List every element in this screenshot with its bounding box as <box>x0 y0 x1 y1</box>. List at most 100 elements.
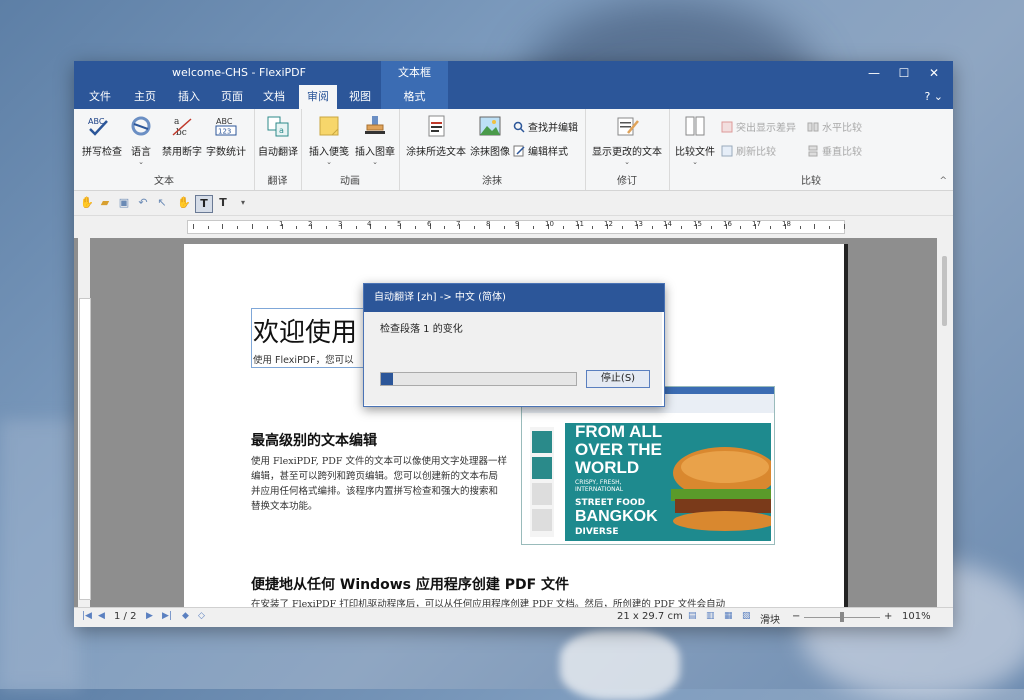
group-label-text: 文本 <box>154 176 174 187</box>
word-count-button[interactable]: ABC 123 字数统计 <box>204 115 248 158</box>
ruler-scale[interactable]: 1 2 3 4 5 6 7 8 9 10 11 12 13 14 15 16 17 18 <box>187 220 845 234</box>
ruler-tick <box>267 226 268 229</box>
tab-review[interactable]: 审阅 <box>299 85 337 109</box>
vertical-compare-button[interactable]: 垂直比较 <box>807 143 862 158</box>
text-tool-icon[interactable]: T <box>195 195 213 213</box>
section1-title[interactable]: 最高级别的文本编辑 <box>251 430 377 450</box>
chevron-down-icon: ⌄ <box>692 158 698 166</box>
tab-document[interactable]: 文档 <box>256 85 292 109</box>
close-button[interactable]: ✕ <box>919 61 949 85</box>
page-indicator[interactable]: 1 / 2 <box>114 611 136 622</box>
last-page-icon[interactable]: ▶| <box>162 611 172 621</box>
svg-text:123: 123 <box>218 128 231 136</box>
cover-diverse: DIVERSE <box>575 527 619 537</box>
language-icon <box>128 115 154 137</box>
ruler-label: 1 <box>279 220 284 228</box>
no-hyphen-label: 禁用断字 <box>162 147 202 158</box>
forward-icon[interactable]: ◇ <box>198 611 205 621</box>
tab-insert[interactable]: 插入 <box>171 85 207 109</box>
tab-home[interactable]: 主页 <box>127 85 163 109</box>
zoom-out-button[interactable]: − <box>792 611 800 622</box>
chevron-down-icon: ⌄ <box>138 158 144 166</box>
single-page-view-icon[interactable]: ▤ <box>688 611 697 621</box>
continuous-view-icon[interactable]: ▦ <box>724 611 733 621</box>
pan-hand-icon[interactable]: ✋ <box>176 195 192 211</box>
hand-tool-icon[interactable]: ✋ <box>79 195 95 211</box>
zoom-slider-thumb[interactable] <box>840 612 844 622</box>
text-frame-tool-icon[interactable]: T <box>215 195 231 211</box>
insert-note-button[interactable]: 插入便笺 ⌄ <box>307 115 351 166</box>
compare-files-button[interactable]: 比较文件 ⌄ <box>673 115 717 166</box>
insert-stamp-button[interactable]: 插入图章 ⌄ <box>353 115 397 166</box>
insert-note-label: 插入便笺 <box>309 147 349 158</box>
ruler-tick <box>740 226 741 229</box>
ruler-label: 8 <box>486 220 491 228</box>
zoom-in-button[interactable]: + <box>884 611 892 622</box>
section2-title[interactable]: 便捷地从任何 Windows 应用程序创建 PDF 文件 <box>251 574 569 594</box>
auto-translate-button[interactable]: a 自动翻译 <box>257 115 299 158</box>
quick-toolbar: ✋ ▰ ▣ ↶ ↖ ✋ T T ▾ <box>74 191 953 216</box>
vertical-ruler <box>78 238 91 607</box>
help-button[interactable]: ? ⌄ <box>924 85 943 109</box>
ruler-label: 6 <box>427 220 432 228</box>
title-bar: welcome-CHS - FlexiPDF 文本框 — ☐ ✕ <box>74 61 953 85</box>
show-changes-button[interactable]: 显示更改的文本 ⌄ <box>589 115 665 166</box>
undo-icon[interactable]: ↶ <box>135 195 151 211</box>
ribbon-tabs: 文件 主页 插入 页面 文档 审阅 视图 格式 ? ⌄ <box>74 85 953 109</box>
magazine-cover-image: FROM ALL OVER THE WORLD CRISPY, FRESH, I… <box>565 423 771 541</box>
find-redact-button[interactable]: 查找并编辑 <box>513 119 578 134</box>
ruler-tick <box>504 226 505 229</box>
edit-style-button[interactable]: 编辑样式 <box>513 143 568 158</box>
ruler-tick <box>193 224 194 229</box>
horizontal-ruler: 1 2 3 4 5 6 7 8 9 10 11 12 13 14 15 16 17 18 <box>74 216 953 240</box>
select-arrow-icon[interactable]: ↖ <box>154 195 170 211</box>
tab-format[interactable]: 格式 <box>381 85 448 109</box>
prev-page-icon[interactable]: ◀ <box>98 611 105 621</box>
cover-tagline1: CRISPY, FRESH, <box>575 479 622 486</box>
two-page-view-icon[interactable]: ▥ <box>706 611 715 621</box>
redact-image-icon <box>477 115 503 137</box>
zoom-level[interactable]: 101% <box>902 611 931 622</box>
customize-toolbar-icon[interactable]: ▾ <box>235 195 251 211</box>
vertical-compare-label: 垂直比较 <box>822 147 862 158</box>
ruler-label: 17 <box>752 220 761 228</box>
edit-style-icon <box>513 145 525 157</box>
minimize-button[interactable]: — <box>859 61 889 85</box>
language-button[interactable]: 语言 ⌄ <box>126 115 156 166</box>
zoom-slider-track[interactable] <box>804 612 880 622</box>
first-page-icon[interactable]: |◀ <box>82 611 92 621</box>
maximize-button[interactable]: ☐ <box>889 61 919 85</box>
highlight-diff-button[interactable]: 突出显示差异 <box>721 119 796 134</box>
save-icon[interactable]: ▣ <box>116 195 132 211</box>
section1-body[interactable]: 使用 FlexiPDF, PDF 文件的文本可以像使用文字处理器一样编辑，甚至可… <box>251 454 507 514</box>
cover-line2: OVER THE <box>575 440 662 459</box>
redact-text-button[interactable]: 涂抹所选文本 <box>405 115 467 158</box>
spellcheck-button[interactable]: ABC 拼写检查 <box>82 115 122 158</box>
scrollbar-thumb[interactable] <box>942 256 947 326</box>
ruler-tick <box>814 224 815 229</box>
compare-files-label: 比较文件 <box>675 147 715 158</box>
vertical-ruler-scale[interactable] <box>79 298 91 600</box>
tab-file[interactable]: 文件 <box>82 85 118 109</box>
facing-view-icon[interactable]: ▧ <box>742 611 751 621</box>
redact-text-label: 涂抹所选文本 <box>406 147 466 158</box>
open-folder-icon[interactable]: ▰ <box>97 195 113 211</box>
tab-page[interactable]: 页面 <box>214 85 250 109</box>
vertical-scrollbar[interactable] <box>937 238 953 607</box>
collapse-ribbon-icon[interactable]: ^ <box>939 176 947 186</box>
redact-image-button[interactable]: 涂抹图像 <box>469 115 511 158</box>
search-icon <box>513 121 525 133</box>
horizontal-compare-button[interactable]: 水平比较 <box>807 119 862 134</box>
sticky-note-icon <box>316 115 342 137</box>
ribbon-group-translate: a 自动翻译 翻译 <box>254 109 302 190</box>
tab-view[interactable]: 视图 <box>342 85 378 109</box>
no-hyphen-button[interactable]: a bc 禁用断字 <box>162 115 202 158</box>
ribbon-group-redact: 涂抹所选文本 涂抹图像 查找并编辑 编辑样式 涂抹 <box>399 109 586 190</box>
svg-text:ABC: ABC <box>216 117 233 126</box>
word-count-icon: ABC 123 <box>213 115 239 137</box>
refresh-compare-button[interactable]: 刷新比较 <box>721 143 776 158</box>
stop-button[interactable]: 停止(S) <box>586 370 650 388</box>
next-page-icon[interactable]: ▶ <box>146 611 153 621</box>
back-icon[interactable]: ◆ <box>182 611 189 621</box>
group-label-compare: 比较 <box>801 176 821 187</box>
